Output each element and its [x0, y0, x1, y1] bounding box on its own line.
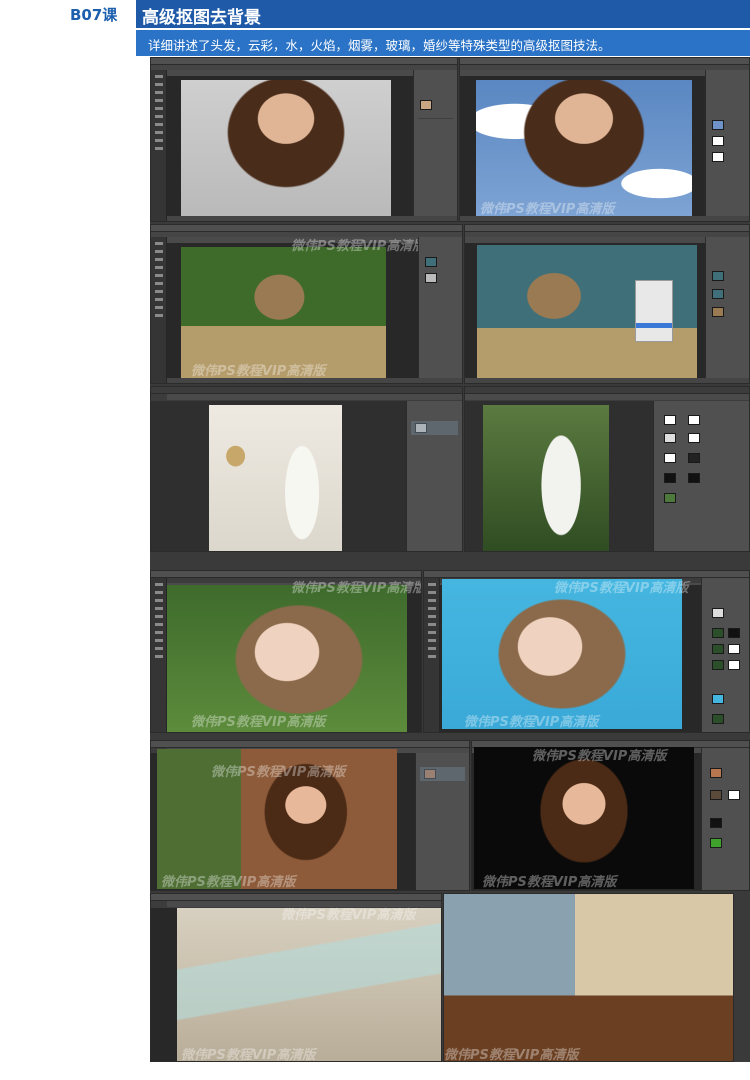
- layers-panel: [705, 70, 749, 221]
- watermark: 微伟PS教程VIP高清版: [191, 715, 326, 730]
- watermark: 微伟PS教程VIP高清版: [444, 1048, 579, 1062]
- lesson-title: 高级抠图去背景: [142, 8, 261, 28]
- layers-panel: [413, 70, 457, 221]
- ps-window-kitten-green: 微伟PS教程VIP高清版 微伟PS教程VIP高清版: [150, 224, 463, 384]
- photo-living-room: [444, 894, 733, 1061]
- tools-panel: [424, 578, 440, 732]
- layers-panel: [705, 237, 749, 383]
- watermark: 微伟PS教程VIP高清版: [161, 875, 296, 890]
- photo-woman-original: [181, 80, 391, 218]
- photo-girl-cyan: [442, 579, 682, 729]
- photo-glass-table: [177, 908, 441, 1061]
- watermark: 微伟PS教程VIP高清版: [532, 749, 667, 764]
- screenshot-grid: 微伟PS教程VIP高清版 微伟PS教程VIP高清版 微伟PS教程VIP高清版 微…: [150, 57, 750, 1062]
- photo-panel-living-room: 微伟PS教程VIP高清版: [443, 893, 734, 1062]
- tools-panel: [151, 237, 167, 383]
- layers-panel: [653, 401, 749, 551]
- lesson-code: B07课: [70, 6, 118, 24]
- ps-window-kitten-teal: [464, 224, 750, 384]
- lesson-description: 详细讲述了头发，云彩，水，火焰，烟雾，玻璃，婚纱等特殊类型的高级抠图技法。: [148, 38, 611, 53]
- watermark: 微伟PS教程VIP高清版: [291, 581, 422, 596]
- context-menu[interactable]: [635, 280, 673, 342]
- ps-window-girl-black: 微伟PS教程VIP高清版 微伟PS教程VIP高清版: [471, 740, 750, 891]
- ps-window-woman-sky: 微伟PS教程VIP高清版: [459, 57, 750, 222]
- watermark: 微伟PS教程VIP高清版: [480, 202, 615, 217]
- watermark: 微伟PS教程VIP高清版: [554, 581, 689, 596]
- ps-window-girl-garden: 微伟PS教程VIP高清版 微伟PS教程VIP高清版: [150, 740, 470, 891]
- watermark: 微伟PS教程VIP高清版: [191, 364, 326, 379]
- layers-panel: [418, 237, 462, 383]
- ps-window-girl-flowers: 微伟PS教程VIP高清版 微伟PS教程VIP高清版: [150, 570, 422, 733]
- watermark: 微伟PS教程VIP高清版: [211, 765, 346, 780]
- photo-bride-white: [209, 405, 342, 551]
- layers-panel: [415, 753, 469, 890]
- ps-window-girl-cyan: 微伟PS教程VIP高清版 微伟PS教程VIP高清版: [423, 570, 750, 733]
- watermark: 微伟PS教程VIP高清版: [281, 908, 416, 923]
- watermark: 微伟PS教程VIP高清版: [464, 715, 599, 730]
- context-menu-highlight: [636, 323, 672, 328]
- ps-window-woman-original: [150, 57, 458, 222]
- tools-panel: [151, 578, 167, 732]
- photo-bride-forest: [483, 405, 609, 551]
- photo-girl-black: [474, 747, 694, 889]
- tools-panel: [151, 70, 167, 221]
- layers-panel: [406, 401, 462, 551]
- ps-window-bride-forest: [464, 386, 750, 552]
- ps-window-bride-white: [150, 386, 463, 552]
- watermark: 微伟PS教程VIP高清版: [482, 875, 617, 890]
- watermark: 微伟PS教程VIP高清版: [291, 239, 426, 254]
- ps-window-glass-table: 微伟PS教程VIP高清版 微伟PS教程VIP高清版: [150, 893, 442, 1062]
- watermark: 微伟PS教程VIP高清版: [181, 1048, 316, 1062]
- layers-panel: [701, 578, 749, 732]
- layers-panel: [701, 748, 749, 890]
